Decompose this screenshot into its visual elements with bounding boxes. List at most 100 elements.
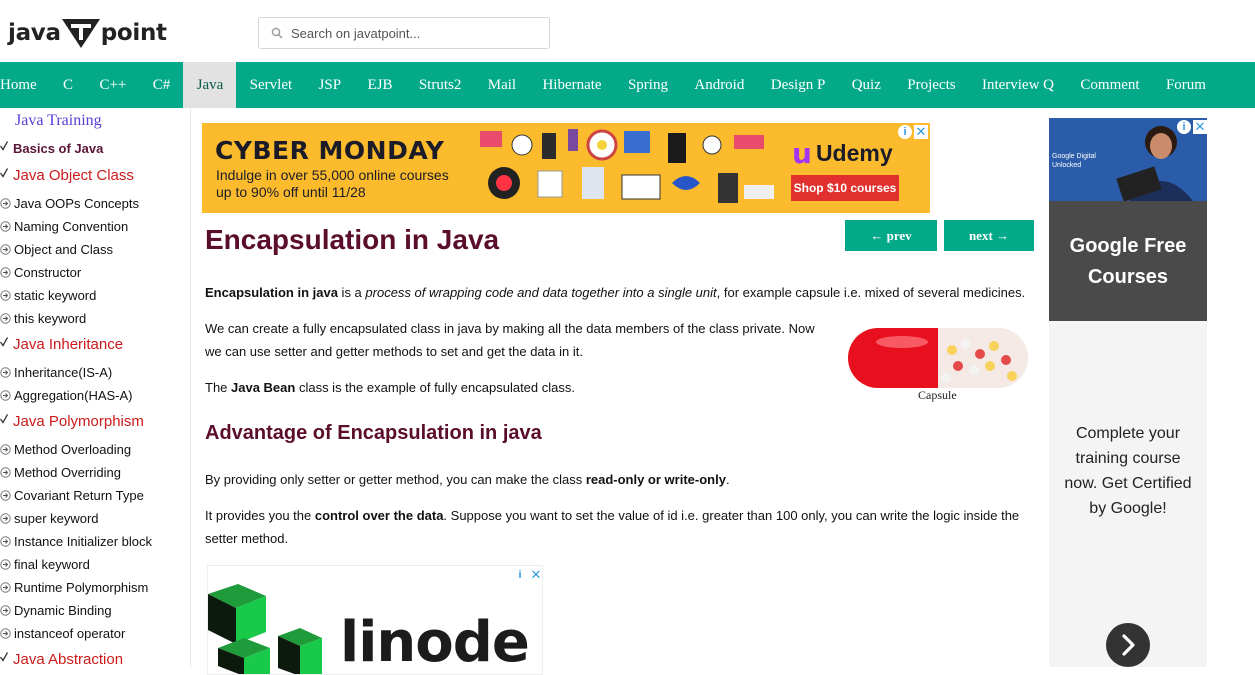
intro-end: , for example capsule i.e. mixed of seve… [716,285,1026,300]
sidebar-item-label: Runtime Polymorphism [14,579,149,595]
nav-item-c[interactable]: C [50,62,86,108]
logo-text-left: java [8,20,61,46]
sidebar-item-java-oops-concepts[interactable]: Java OOPs Concepts [0,194,139,212]
paragraph-5: It provides you the control over the dat… [205,504,1045,550]
sidebar-item-label: Naming Convention [14,218,129,234]
intro-mid: is a [337,285,366,300]
intro-italic: process of wrapping code and data togeth… [365,285,717,300]
logo-t-icon [61,19,100,48]
search-input[interactable] [291,25,531,41]
site-logo[interactable]: java point [8,16,167,50]
arrow-circle-icon [0,627,11,639]
nav-item-ejb[interactable]: EJB [354,62,405,108]
sidebar-item-method-overriding[interactable]: Method Overriding [0,463,121,481]
ad-info-icon[interactable]: i [898,125,912,139]
sidebar-item-label: super keyword [14,510,99,526]
nav-item-forum[interactable]: Forum [1153,62,1219,108]
p4-end: . [725,472,730,487]
nav-item-mail[interactable]: Mail [475,62,530,108]
sidebar-item-this-keyword[interactable]: this keyword [0,309,86,327]
ad-choices[interactable]: i ✕ [898,125,928,139]
prev-button[interactable]: ← prev [845,220,937,251]
sidebar-item-label: Aggregation(HAS-A) [14,387,133,403]
ad-photo-text: Google Digital Unlocked [1052,153,1096,169]
nav-item-interview-q[interactable]: Interview Q [969,62,1067,108]
p3-end: class is the example of fully encapsulat… [295,380,575,395]
sidebar-basics-link[interactable]: Basics of Java [13,141,103,156]
p5-start: It provides you the [205,508,315,523]
shop-courses-button[interactable]: Shop $10 courses [791,175,899,201]
ad-close-icon[interactable]: ✕ [529,568,542,582]
arrow-circle-icon [0,266,11,278]
site-header: java point [0,0,1255,62]
arrow-circle-icon [0,389,11,401]
next-button[interactable]: next → [944,220,1034,251]
section-heading: Advantage of Encapsulation in java [205,422,542,444]
sidebar-item-instance-initializer-block[interactable]: Instance Initializer block [0,532,152,550]
sidebar-section-java-abstraction[interactable]: Java Abstraction [13,651,123,667]
ad-info-icon[interactable]: i [513,568,527,582]
search-box[interactable] [258,17,550,49]
paragraph-3: The Java Bean class is the example of fu… [205,376,845,399]
sidebar-item-label: static keyword [14,287,97,303]
sidebar-item-label: Covariant Return Type [14,487,144,503]
ad-photo: Google Digital Unlocked i ✕ [1049,118,1207,201]
sidebar-item-label: final keyword [14,556,90,572]
sidebar-item-aggregation-has-a[interactable]: Aggregation(HAS-A) [0,386,133,404]
ad-info-icon[interactable]: i [1177,120,1191,134]
ad-close-icon[interactable]: ✕ [1193,120,1207,134]
ad-subtext-line-1: Indulge in over 55,000 online courses [216,167,449,183]
arrow-circle-icon [0,197,11,209]
sidebar-item-static-keyword[interactable]: static keyword [0,286,96,304]
nav-item-quiz[interactable]: Quiz [839,62,895,108]
p2-line-1: We can create a fully encapsulated class… [205,321,815,336]
sidebar-item-runtime-polymorphism[interactable]: Runtime Polymorphism [0,578,148,596]
udemy-brand-text: Udemy [815,140,893,166]
sidebar-item-constructor[interactable]: Constructor [0,263,81,281]
nav-item-struts2[interactable]: Struts2 [406,62,475,108]
nav-item-projects[interactable]: Projects [894,62,969,108]
udemy-banner-ad[interactable]: CYBER MONDAY Indulge in over 55,000 onli… [202,123,930,213]
sidebar-section-java-polymorphism[interactable]: Java Polymorphism [13,413,144,430]
nav-item-jsp[interactable]: JSP [305,62,354,108]
sidebar-item-method-overloading[interactable]: Method Overloading [0,440,131,458]
arrow-circle-icon [0,243,11,255]
nav-item-comment[interactable]: Comment [1067,62,1153,108]
sidebar-section-java-object-class[interactable]: Java Object Class [13,167,134,184]
sidebar-item-label: Instance Initializer block [14,533,153,549]
nav-item-android[interactable]: Android [681,62,757,108]
sidebar-item-covariant-return-type[interactable]: Covariant Return Type [0,486,144,504]
logo-text-right: point [100,20,167,46]
sidebar-item-dynamic-binding[interactable]: Dynamic Binding [0,601,112,619]
linode-ad[interactable]: linode i ✕ [207,565,543,675]
sidebar-item-naming-convention[interactable]: Naming Convention [0,217,128,235]
ad-close-icon[interactable]: ✕ [914,125,928,139]
nav-item-design-p[interactable]: Design P [758,62,839,108]
sidebar-section-java-inheritance[interactable]: Java Inheritance [13,336,123,353]
sidebar-item-object-and-class[interactable]: Object and Class [0,240,113,258]
sidebar-item-label: Dynamic Binding [14,602,112,618]
chevron-right-icon [1122,634,1135,656]
sidebar-item-label: Constructor [14,264,82,280]
sidebar-item-label: this keyword [14,310,87,326]
sidebar-item-super-keyword[interactable]: super keyword [0,509,99,527]
nav-item-c[interactable]: C# [140,62,184,108]
google-courses-ad[interactable]: Google Digital Unlocked i ✕ Google Free … [1049,118,1207,667]
sidebar-item-inheritance-is-a[interactable]: Inheritance(IS-A) [0,363,112,381]
nav-item-home[interactable]: Home [0,62,50,108]
linode-ad-choices[interactable]: i ✕ [513,568,542,582]
sidebar-item-final-keyword[interactable]: final keyword [0,555,90,573]
nav-item-spring[interactable]: Spring [615,62,681,108]
nav-item-hibernate[interactable]: Hibernate [529,62,615,108]
nav-item-servlet[interactable]: Servlet [236,62,305,108]
sidebar-title[interactable]: Java Training [15,112,102,130]
check-icon [0,141,8,151]
p5-line-1-end: . Suppose you want to set the value of i… [443,508,1020,523]
nav-item-c[interactable]: C++ [86,62,139,108]
ad-next-button[interactable] [1106,623,1150,667]
arrow-circle-icon [0,535,11,547]
sidebar-item-instanceof-operator[interactable]: instanceof operator [0,624,125,642]
nav-item-java[interactable]: Java [183,62,237,108]
udemy-u-icon: u [792,137,812,170]
right-ad-choices[interactable]: i ✕ [1177,120,1207,134]
